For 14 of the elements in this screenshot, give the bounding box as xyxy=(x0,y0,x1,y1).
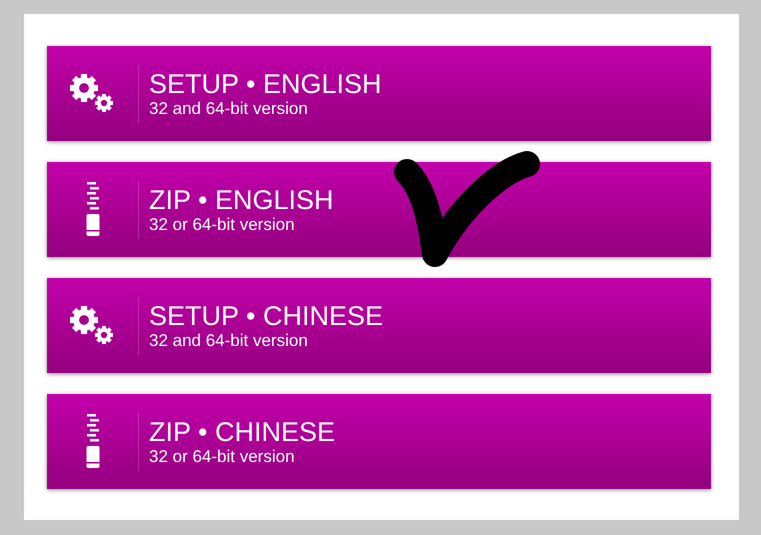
download-button[interactable]: SETUP • CHINESE 32 and 64-bit version xyxy=(47,278,711,373)
zipper-file-icon xyxy=(84,414,100,470)
download-button[interactable]: ZIP • ENGLISH 32 or 64-bit version xyxy=(47,162,711,257)
download-title: SETUP • ENGLISH xyxy=(149,69,382,99)
download-subtitle: 32 or 64-bit version xyxy=(149,215,296,234)
download-title: ZIP • CHINESE xyxy=(149,417,335,447)
download-button[interactable]: ZIP • CHINESE 32 or 64-bit version xyxy=(47,394,711,489)
download-subtitle: 32 or 64-bit version xyxy=(149,447,296,466)
download-title: SETUP • CHINESE xyxy=(149,301,384,331)
zipper-file-icon xyxy=(84,182,100,238)
download-button[interactable]: SETUP • ENGLISH 32 and 64-bit version xyxy=(47,46,711,141)
download-title: ZIP • ENGLISH xyxy=(149,185,334,215)
download-subtitle: 32 and 64-bit version xyxy=(149,331,309,350)
download-subtitle: 32 and 64-bit version xyxy=(149,99,309,118)
